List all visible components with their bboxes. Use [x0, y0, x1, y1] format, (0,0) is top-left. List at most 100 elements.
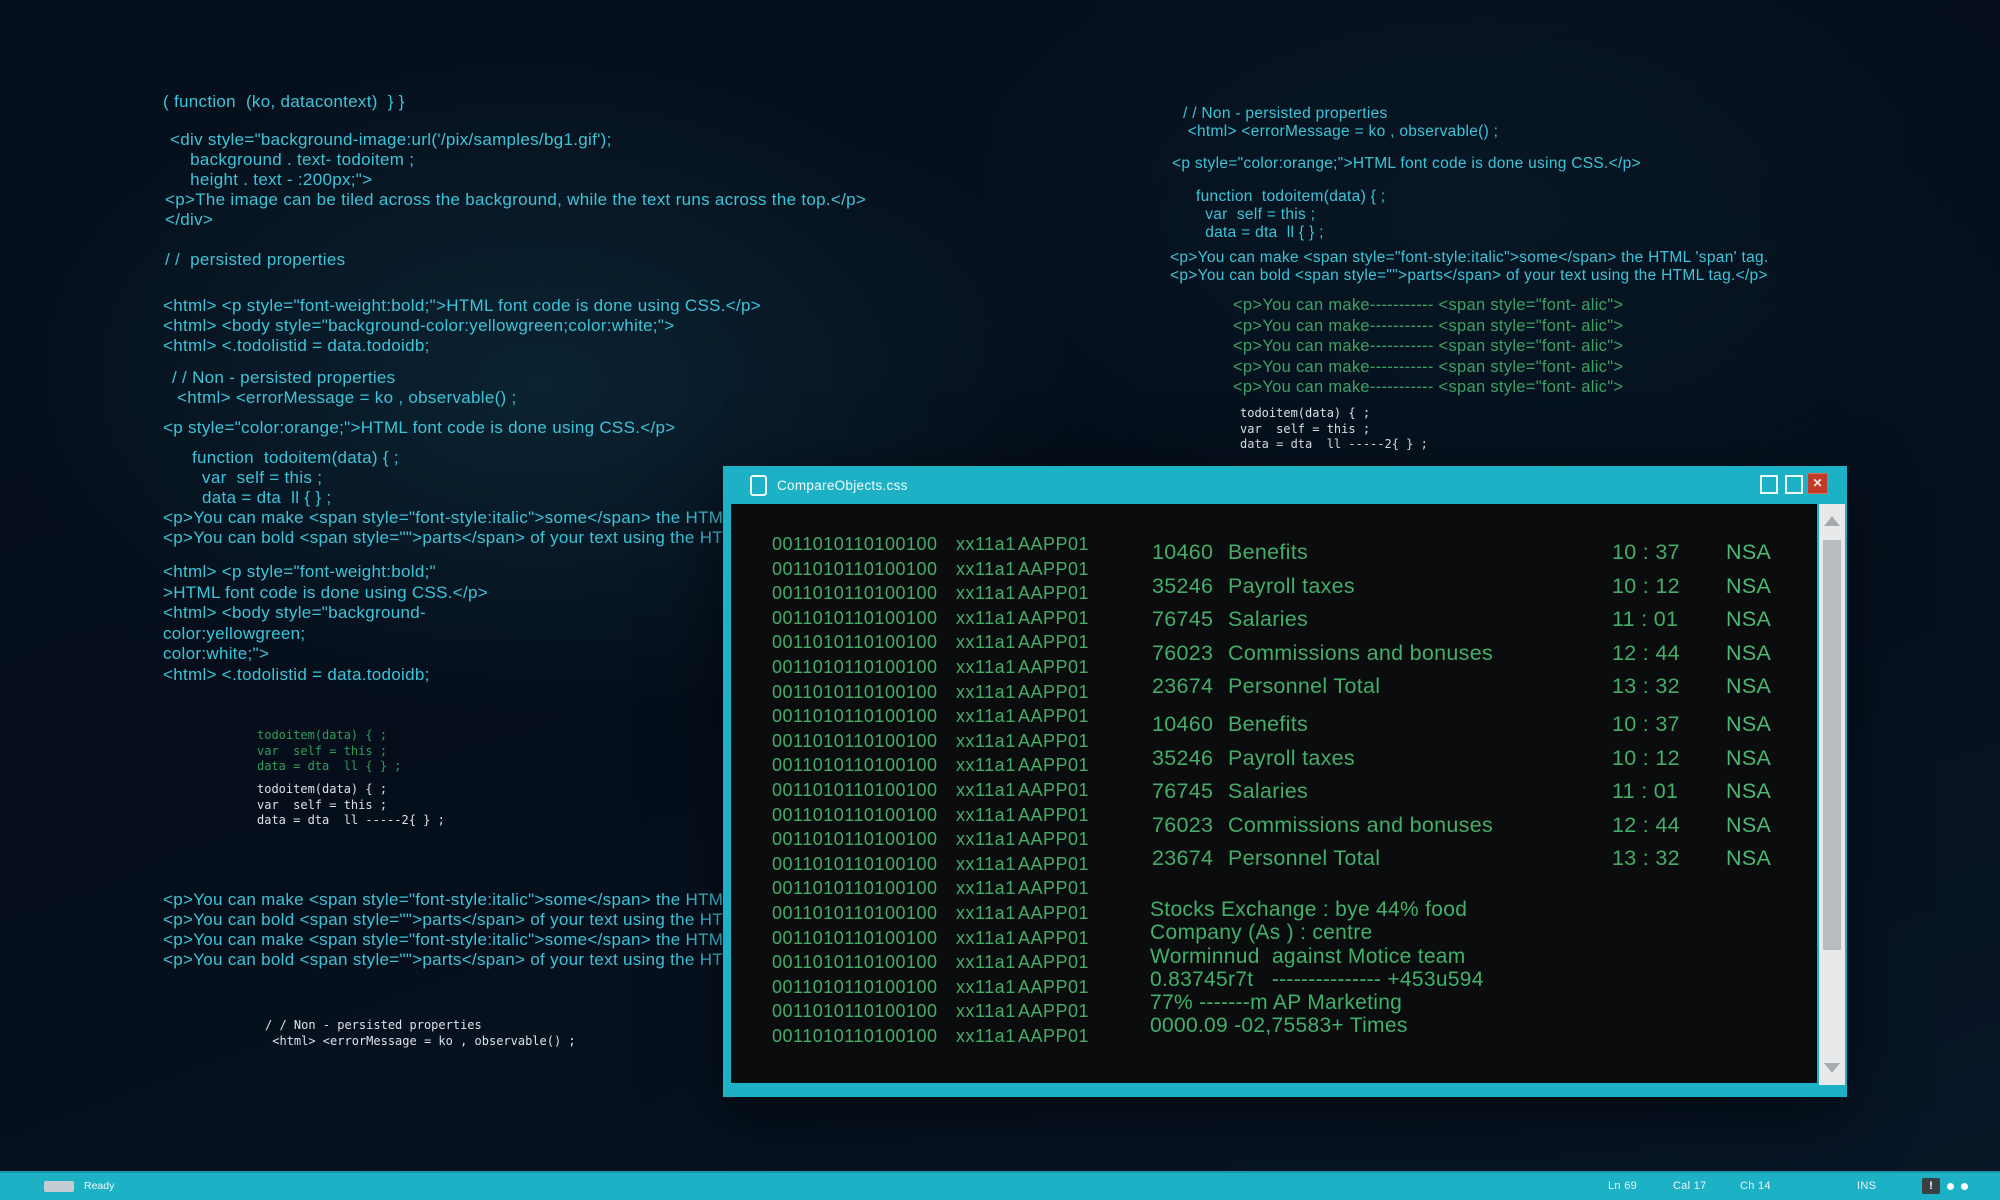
binary-tag: AAPP01: [1018, 927, 1090, 948]
bg-code-left-html-block: <html> <p style="font-weight:bold;">HTML…: [163, 296, 761, 356]
code-line: <p>You can make <span style="font-style:…: [1170, 249, 1769, 266]
binary-code: 0011010110100100: [772, 952, 938, 973]
ledger-amount: 76745: [1152, 779, 1214, 803]
close-icon: ✕: [1812, 476, 1823, 490]
ledger-row: 10460 Benefits 10 : 37 NSA: [1152, 712, 1812, 746]
code-line: / / Non - persisted properties: [1183, 105, 1388, 122]
code-line: data = dta ll -----2{ } ;: [1240, 437, 1428, 451]
code-line: <p>The image can be tiled across the bac…: [165, 190, 867, 209]
ledger-tag: NSA: [1726, 607, 1772, 631]
code-line: <p>You can make <span style="font-style:…: [163, 508, 818, 527]
paragraph-line: 0000.09 -02,75583+ Times: [1150, 1014, 1408, 1038]
code-line: todoitem(data) { ;: [257, 728, 388, 742]
binary-mid: xx11a1: [956, 878, 1016, 899]
close-button[interactable]: ✕: [1807, 473, 1828, 494]
code-line: data = dta ll { } ;: [257, 759, 402, 773]
binary-code: 0011010110100100: [772, 878, 938, 899]
ledger-amount: 76745: [1152, 607, 1214, 631]
code-line: / / Non - persisted properties: [172, 368, 396, 387]
code-line: color:white;">: [163, 644, 270, 663]
code-line: data = dta ll -----2{ } ;: [257, 813, 445, 827]
bg-code-left-pair2: <p>You can make <span style="font-style:…: [163, 930, 817, 970]
ledger-tag: NSA: [1726, 573, 1772, 598]
bg-code-left-function2: function todoitem(data) { ; var self = t…: [192, 448, 399, 508]
paragraph-line: 77% -------m AP Marketing: [1150, 991, 1403, 1015]
binary-mid: xx11a1: [956, 1001, 1016, 1022]
binary-tag: AAPP01: [1018, 755, 1090, 776]
status-dot-icon: [1961, 1183, 1968, 1190]
document-icon: [750, 474, 767, 496]
code-line: <p>You can make----------- <span style="…: [1233, 316, 1624, 335]
status-bar: Ready Ln 69 Cal 17 Ch 14 INS !: [0, 1171, 2000, 1200]
binary-code: 0011010110100100: [772, 558, 938, 579]
status-column-number: Cal 17: [1673, 1180, 1707, 1192]
binary-code: 0011010110100100: [772, 1001, 938, 1022]
binary-mid: xx11a1: [956, 1025, 1016, 1046]
code-line: <html> <body style="background-color:yel…: [163, 316, 675, 335]
binary-code: 0011010110100100: [772, 583, 938, 604]
ledger-time: 10 : 12: [1612, 573, 1680, 598]
ledger-tag: NSA: [1726, 812, 1772, 837]
code-line: <p>You can bold <span style="">parts</sp…: [163, 910, 792, 929]
code-line: >HTML font code is done using CSS.</p>: [163, 582, 488, 602]
ready-label: Ready: [84, 1180, 115, 1192]
code-line: <p>You can make <span style="font-style:…: [163, 890, 818, 909]
binary-mid: xx11a1: [956, 952, 1016, 973]
status-char-number: Ch 14: [1740, 1180, 1771, 1192]
ledger-amount: 76023: [1152, 812, 1214, 837]
code-line: background . text- todoitem ;: [165, 150, 415, 169]
scroll-down-icon[interactable]: [1824, 1063, 1840, 1073]
bg-code-left-mono-footer: / / Non - persisted properties <html> <e…: [265, 1018, 576, 1049]
scrollbar[interactable]: [1819, 504, 1845, 1085]
code-line: <html> <errorMessage = ko , observable()…: [265, 1033, 576, 1048]
binary-code: 0011010110100100: [772, 534, 938, 554]
ledger-label: Payroll taxes: [1228, 745, 1355, 770]
code-line: todoitem(data) { ;: [1240, 406, 1371, 420]
ledger-time: 13 : 32: [1612, 846, 1680, 870]
code-line: <p style="color:orange;">HTML font code …: [163, 418, 676, 437]
window-content: 0011010110100100 xx11a1 AAPP01 001101011…: [731, 504, 1817, 1083]
ledger-label: Personnel Total: [1228, 674, 1381, 698]
bg-code-left-span-pair: <p>You can make <span style="font-style:…: [163, 508, 817, 548]
ready-indicator-chip: [44, 1181, 74, 1192]
binary-mid: xx11a1: [956, 829, 1016, 850]
code-line: var self = this ;: [257, 797, 388, 812]
bg-code-left-nonpersisted: / / Non - persisted properties <html> <e…: [172, 368, 517, 408]
binary-tag: AAPP01: [1018, 804, 1090, 825]
code-line: <p>You can bold <span style="">parts</sp…: [163, 528, 817, 547]
ledger-tag: NSA: [1726, 779, 1772, 803]
warning-icon[interactable]: !: [1922, 1178, 1940, 1194]
maximize-button[interactable]: [1785, 475, 1803, 494]
ledger-label: Commissions and bonuses: [1228, 640, 1494, 665]
bg-code-left-persisted: / / persisted properties: [165, 250, 345, 270]
ledger-label: Personnel Total: [1228, 846, 1381, 870]
paragraph-line: Worminnud against Motice team: [1150, 944, 1466, 968]
ledger-amount: 10460: [1152, 540, 1214, 564]
compare-objects-window: CompareObjects.css ✕ 0011010110100100 xx…: [723, 466, 1847, 1097]
ledger-row: 23674 Personnel Total 13 : 32 NSA: [1152, 674, 1812, 708]
binary-code: 0011010110100100: [772, 632, 938, 653]
code-line: </div>: [165, 210, 214, 229]
ledger-label: Benefits: [1228, 540, 1309, 564]
code-line: color:yellowgreen;: [163, 623, 306, 643]
scrollbar-thumb[interactable]: [1823, 540, 1841, 950]
minimize-button[interactable]: [1760, 475, 1778, 494]
scroll-up-icon[interactable]: [1824, 516, 1840, 526]
binary-code: 0011010110100100: [772, 681, 938, 702]
binary-code: 0011010110100100: [772, 607, 938, 628]
binary-mid: xx11a1: [956, 804, 1016, 825]
code-line: <p>You can make----------- <span style="…: [1233, 357, 1624, 376]
code-line: <html> <body style="background-: [163, 603, 426, 622]
ledger-label: Payroll taxes: [1228, 573, 1355, 598]
ledger-tag: NSA: [1726, 745, 1772, 770]
ledger-time: 11 : 01: [1612, 779, 1679, 803]
ledger-time: 13 : 32: [1612, 674, 1680, 698]
binary-mid: xx11a1: [956, 755, 1016, 776]
ledger-row: 35246 Payroll taxes 10 : 12 NSA: [1152, 574, 1812, 608]
ledger-amount: 76023: [1152, 640, 1214, 665]
binary-code: 0011010110100100: [772, 829, 938, 850]
window-titlebar[interactable]: CompareObjects.css ✕: [723, 466, 1847, 504]
binary-mid: xx11a1: [956, 656, 1016, 677]
bg-code-right-orange: <p style="color:orange;">HTML font code …: [1172, 155, 1641, 173]
binary-code: 0011010110100100: [772, 927, 938, 948]
